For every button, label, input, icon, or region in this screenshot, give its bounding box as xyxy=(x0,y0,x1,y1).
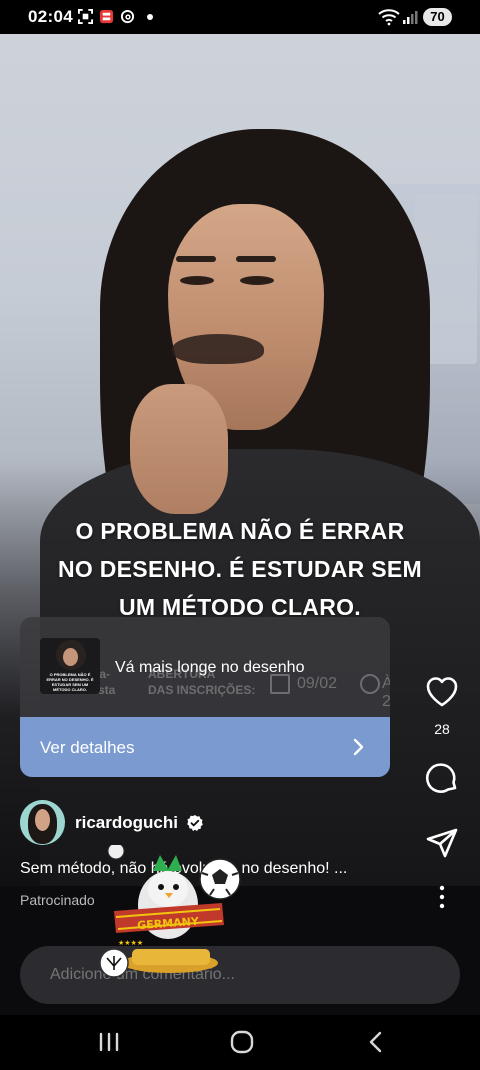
ad-card[interactable]: da- sta ABERTURA DAS INSCRIÇÕES: 09/02 À… xyxy=(20,617,390,777)
send-icon[interactable] xyxy=(424,825,460,861)
thumbnail-text: O PROBLEMA NÃO É ERRAR NO DESENHO. É EST… xyxy=(46,672,94,692)
system-nav-bar xyxy=(0,1015,480,1070)
wifi-icon xyxy=(378,9,400,26)
ad-card-header[interactable]: da- sta ABERTURA DAS INSCRIÇÕES: 09/02 À… xyxy=(20,617,390,717)
threads-icon xyxy=(120,9,135,24)
more-options-icon[interactable] xyxy=(432,884,452,910)
calendar-icon xyxy=(270,674,290,694)
reel-overlay-text: O PROBLEMA NÃO É ERRAR NO DESENHO. É EST… xyxy=(0,512,480,626)
ad-bg-date: 09/02 xyxy=(297,675,338,692)
ad-thumbnail[interactable]: O PROBLEMA NÃO É ERRAR NO DESENHO. É EST… xyxy=(40,638,100,694)
home-icon[interactable] xyxy=(229,1029,255,1055)
person-beard xyxy=(172,334,264,364)
ad-bg-text: DAS INSCRIÇÕES: xyxy=(148,683,256,697)
clock-icon xyxy=(360,674,380,694)
back-icon[interactable] xyxy=(364,1029,390,1055)
ad-title[interactable]: Vá mais longe no desenho xyxy=(115,659,304,677)
person-hand xyxy=(130,384,228,514)
signal-icon xyxy=(403,11,418,24)
ver-detalhes-button[interactable]: Ver detalhes xyxy=(20,717,390,777)
screenshot-icon xyxy=(78,9,93,24)
cta-label: Ver detalhes xyxy=(40,738,135,757)
recent-apps-icon[interactable] xyxy=(96,1029,122,1055)
person-brow-left xyxy=(176,256,216,262)
person-eye-left xyxy=(180,276,214,285)
username[interactable]: ricardoguchi xyxy=(75,813,178,833)
person-brow-right xyxy=(236,256,276,262)
heart-icon[interactable] xyxy=(424,674,460,710)
verified-badge-icon xyxy=(187,815,203,831)
sponsored-label: Patrocinado xyxy=(20,892,95,908)
ad-bg-text: sta xyxy=(98,683,116,697)
avatar-face xyxy=(35,809,50,831)
like-count: 28 xyxy=(434,721,450,737)
person-eye-right xyxy=(240,276,274,285)
thumbnail-face xyxy=(63,648,78,666)
avatar[interactable] xyxy=(20,800,65,845)
notification-dot xyxy=(147,14,153,20)
ad-bg-time: ÀS 20H xyxy=(382,675,390,710)
status-time: 02:04 xyxy=(28,7,73,26)
app-icon xyxy=(99,9,114,24)
comment-icon[interactable] xyxy=(424,760,460,796)
status-bar: 02:04 70 xyxy=(0,0,480,34)
germany-sticker[interactable]: GERMANY ★★★★ xyxy=(98,845,248,985)
battery-indicator: 70 xyxy=(423,8,452,26)
chevron-right-icon xyxy=(353,738,364,756)
overlay-line: O PROBLEMA NÃO É ERRAR xyxy=(75,518,405,544)
overlay-line: NO DESENHO. É ESTUDAR SEM xyxy=(57,556,423,582)
star-icon: ★★★★ xyxy=(118,939,143,947)
